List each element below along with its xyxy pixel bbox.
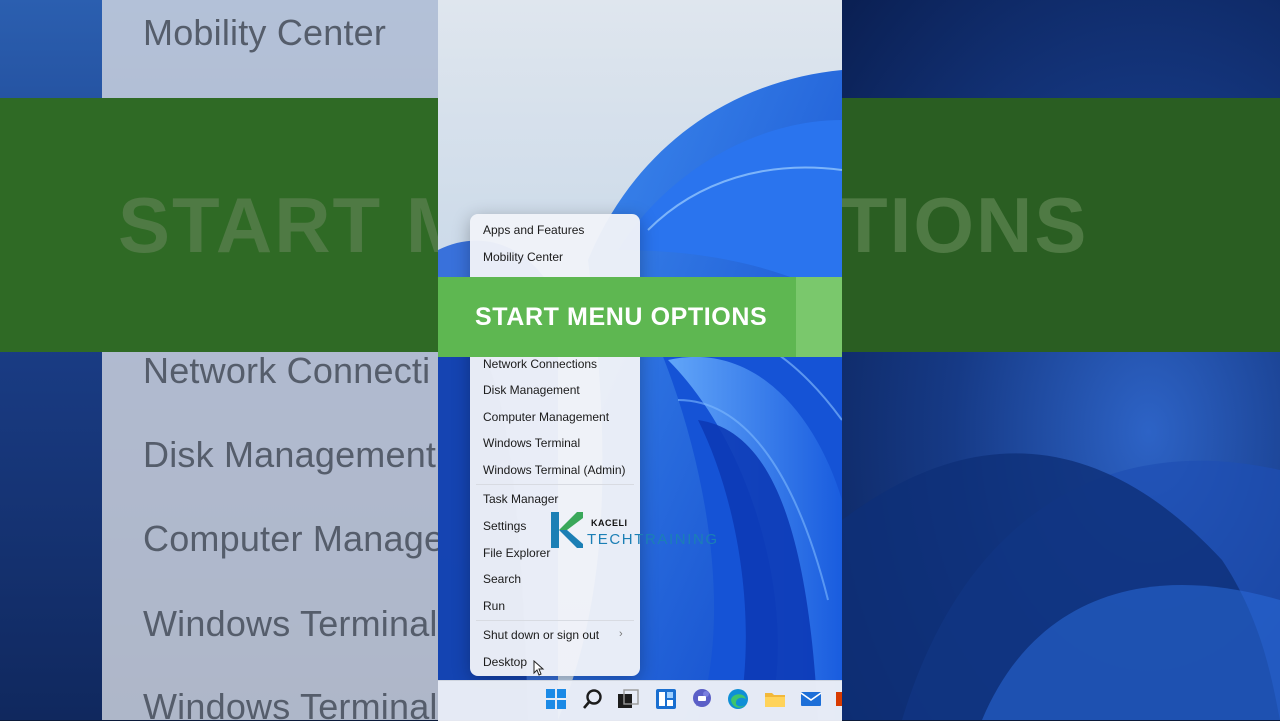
menu-item-file-explorer[interactable]: File Explorer: [483, 546, 550, 560]
task-view-icon[interactable]: [617, 688, 639, 710]
menu-item-windows-terminal-admin[interactable]: Windows Terminal (Admin): [483, 463, 625, 477]
menu-item-network-connections[interactable]: Network Connections: [483, 357, 597, 371]
mouse-cursor-icon: [533, 660, 545, 676]
menu-item-apps-features[interactable]: Apps and Features: [483, 223, 584, 237]
chat-icon[interactable]: [691, 688, 713, 710]
menu-item-windows-terminal[interactable]: Windows Terminal: [483, 436, 580, 450]
menu-item-settings[interactable]: Settings: [483, 519, 526, 533]
menu-item-shutdown[interactable]: Shut down or sign out: [483, 628, 599, 642]
office-icon[interactable]: [836, 688, 842, 710]
bg-item-mobility: Mobility Center: [143, 12, 387, 53]
watermark-bottom-text: TECHTRAINING: [587, 531, 719, 548]
menu-item-desktop[interactable]: Desktop: [483, 655, 527, 669]
bg-item-terminal: Windows Terminal: [143, 603, 438, 644]
mail-icon[interactable]: [800, 688, 822, 710]
banner-title: START MENU OPTIONS: [475, 303, 768, 331]
background-left: Mobility Center START M Network Connecti…: [0, 0, 438, 720]
watermark-top-text: KACELI: [591, 518, 628, 528]
bg-item-network: Network Connecti: [143, 350, 431, 391]
kaceli-logo-icon: [551, 512, 583, 548]
background-right: TIONS: [842, 0, 1280, 720]
widgets-icon[interactable]: [655, 688, 677, 710]
bg-item-disk: Disk Management: [143, 434, 437, 475]
menu-item-run[interactable]: Run: [483, 599, 505, 613]
bg-item-terminal-admin: Windows Terminal: [143, 686, 438, 720]
menu-item-computer-management[interactable]: Computer Management: [483, 410, 609, 424]
bg-item-computer: Computer Manage: [143, 518, 438, 559]
search-icon[interactable]: [582, 688, 604, 710]
edge-icon[interactable]: [727, 688, 749, 710]
menu-item-search[interactable]: Search: [483, 572, 521, 586]
chevron-right-icon: ›: [619, 628, 623, 640]
menu-separator: [476, 484, 634, 485]
start-icon[interactable]: [545, 688, 567, 710]
bg-big-text-left: START M: [118, 181, 438, 269]
file-explorer-icon[interactable]: [764, 688, 786, 710]
bg-big-text-right: TIONS: [842, 181, 1089, 269]
menu-item-disk-management[interactable]: Disk Management: [483, 383, 580, 397]
menu-separator: [476, 620, 634, 621]
menu-item-task-manager[interactable]: Task Manager: [483, 492, 558, 506]
banner-accent: [796, 277, 842, 357]
menu-item-mobility-center[interactable]: Mobility Center: [483, 250, 563, 264]
